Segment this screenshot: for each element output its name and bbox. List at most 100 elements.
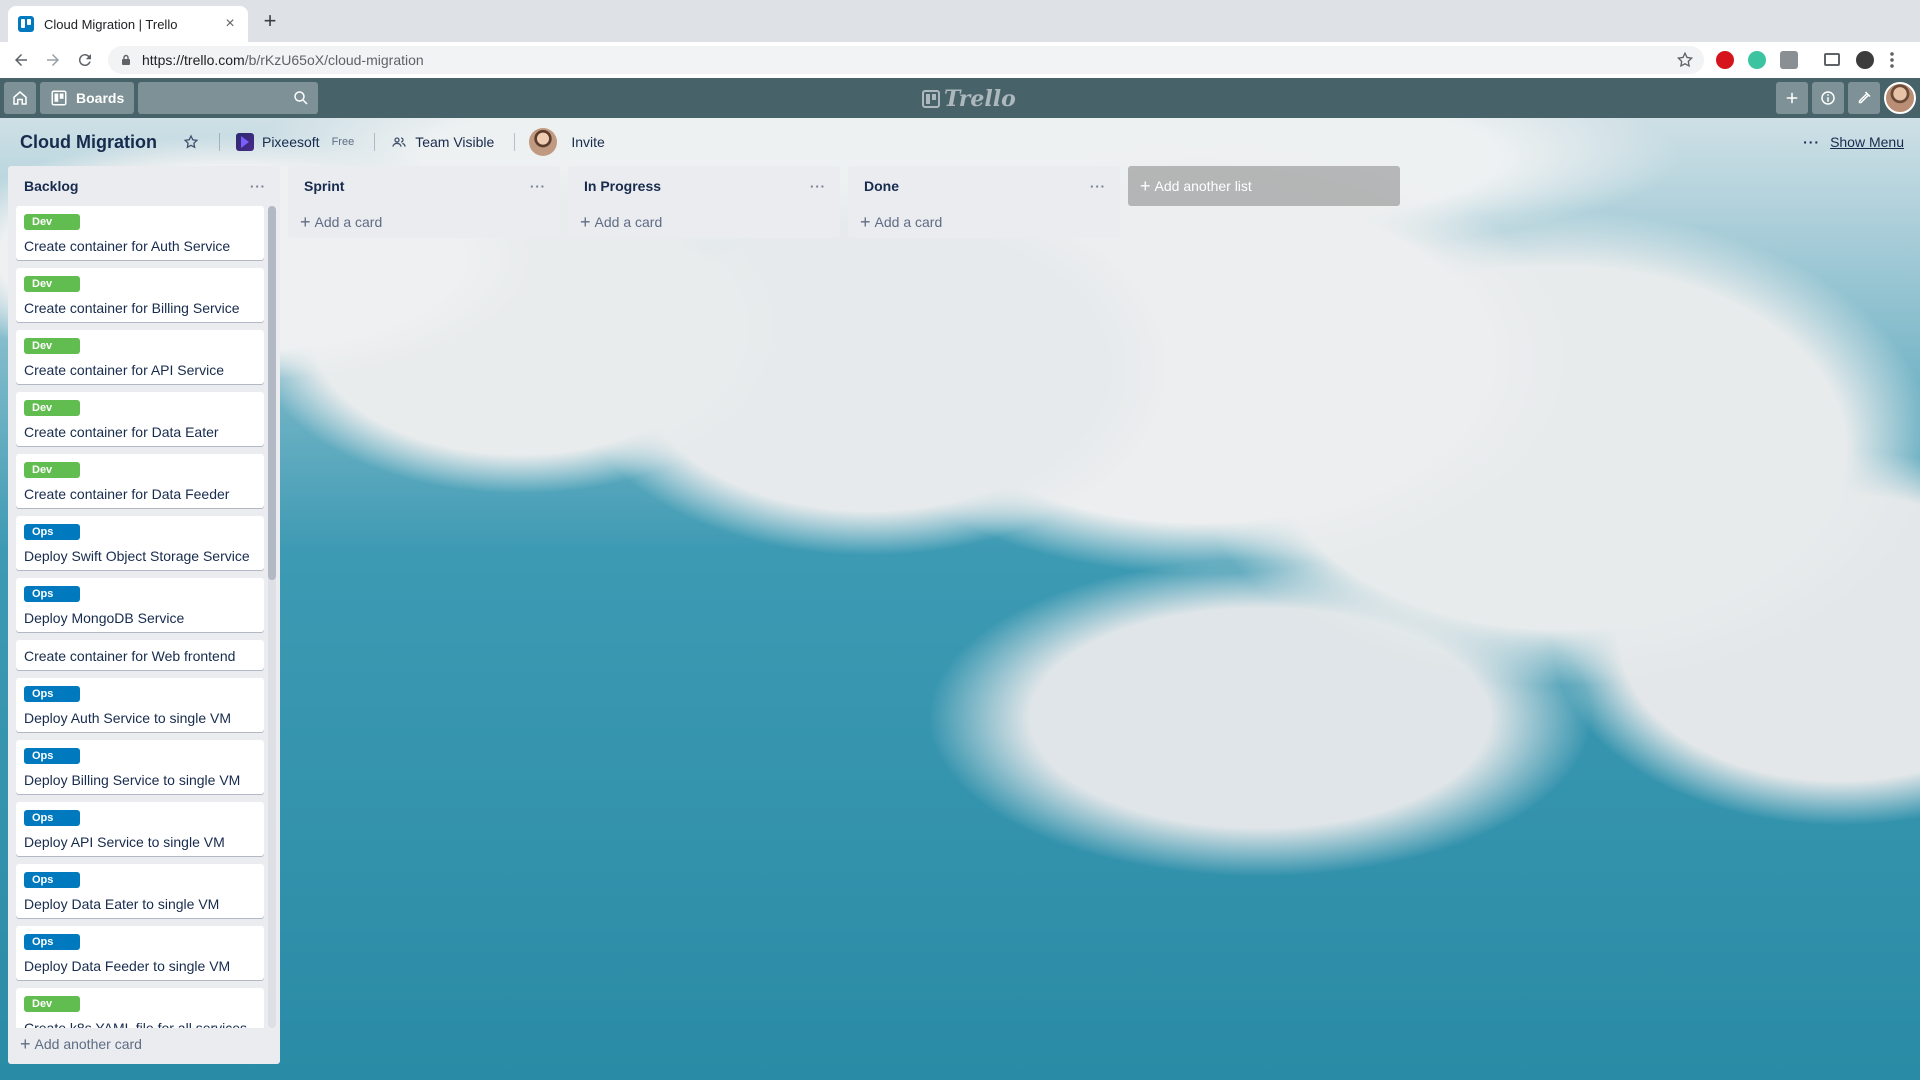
scrollbar-thumb[interactable] <box>268 206 276 580</box>
card[interactable]: Ops Deploy Billing Service to single VM <box>16 740 264 794</box>
board-canvas: Cloud Migration Pixeesoft Free Team Visi… <box>0 118 1920 1080</box>
search-input[interactable] <box>138 82 319 114</box>
member-avatar[interactable] <box>529 128 558 156</box>
add-card-label: Add another card <box>34 1036 142 1052</box>
add-card-button[interactable]: + Add a card <box>568 206 840 238</box>
cast-icon[interactable] <box>1824 53 1840 66</box>
card-label-ops: Ops <box>24 524 80 540</box>
visibility-button[interactable]: Team Visible <box>383 126 502 158</box>
add-another-card-button[interactable]: + Add another card <box>8 1028 280 1060</box>
card[interactable]: Dev Create container for Data Feeder <box>16 454 264 508</box>
plus-icon: + <box>1140 176 1151 196</box>
trello-logo[interactable]: Trello <box>922 86 1016 112</box>
card-title: Create container for API Service <box>24 362 224 378</box>
card[interactable]: Create container for Web frontend <box>16 640 264 670</box>
star-board-button[interactable] <box>175 126 207 158</box>
list-title[interactable]: Sprint <box>304 178 526 194</box>
list-menu-icon[interactable]: ··· <box>806 174 830 198</box>
card[interactable]: Ops Deploy API Service to single VM <box>16 802 264 856</box>
show-menu-button[interactable]: ··· Show Menu <box>1803 126 1904 158</box>
drive-extension-icon[interactable] <box>1780 51 1798 69</box>
notifications-button[interactable] <box>1848 82 1880 114</box>
profile-avatar-icon[interactable] <box>1856 51 1874 69</box>
card-label-ops: Ops <box>24 586 80 602</box>
card-title: Create container for Data Eater <box>24 424 219 440</box>
info-button[interactable] <box>1812 82 1844 114</box>
list-title[interactable]: Done <box>864 178 1086 194</box>
card[interactable]: Dev Create container for API Service <box>16 330 264 384</box>
plus-icon: + <box>300 212 311 232</box>
adblock-extension-icon[interactable] <box>1716 51 1734 69</box>
bookmark-star-icon[interactable] <box>1676 51 1694 69</box>
search-icon <box>294 91 308 105</box>
divider <box>374 133 376 151</box>
new-tab-button[interactable]: + <box>258 10 282 34</box>
card-label-ops: Ops <box>24 748 80 764</box>
user-avatar[interactable] <box>1884 82 1916 114</box>
scrollbar[interactable] <box>268 206 276 1028</box>
list-sprint[interactable]: Sprint ··· + Add a card <box>288 166 560 238</box>
list-in-progress[interactable]: In Progress ··· + Add a card <box>568 166 840 238</box>
card[interactable]: Ops Deploy Data Feeder to single VM <box>16 926 264 980</box>
add-card-label: Add a card <box>594 214 663 230</box>
card[interactable]: Ops Deploy MongoDB Service <box>16 578 264 632</box>
create-button[interactable] <box>1776 82 1808 114</box>
team-visibility-icon <box>392 137 406 147</box>
header-right-actions <box>1776 82 1916 114</box>
card[interactable]: Ops Deploy Data Eater to single VM <box>16 864 264 918</box>
lock-icon <box>122 54 130 65</box>
board-header: Cloud Migration Pixeesoft Free Team Visi… <box>0 118 1920 166</box>
info-icon <box>1821 91 1835 105</box>
card-label-dev: Dev <box>24 338 80 354</box>
card-label-dev: Dev <box>24 214 80 230</box>
browser-tab[interactable]: Cloud Migration | Trello × <box>8 6 248 42</box>
list-title[interactable]: Backlog <box>24 178 246 194</box>
card[interactable]: Dev Create container for Data Eater <box>16 392 264 446</box>
card[interactable]: Dev Create k8s YAML file for all services <box>16 988 264 1028</box>
back-arrow-icon[interactable] <box>10 49 32 71</box>
grammar-extension-icon[interactable] <box>1748 51 1766 69</box>
card-title: Create container for Web frontend <box>24 648 236 664</box>
more-dots-icon: ··· <box>1803 134 1821 150</box>
add-card-button[interactable]: + Add a card <box>848 206 1120 238</box>
team-button[interactable]: Pixeesoft Free <box>228 126 362 158</box>
card-title: Deploy API Service to single VM <box>24 834 225 850</box>
list-done[interactable]: Done ··· + Add a card <box>848 166 1120 238</box>
card-list: Dev Create container for Auth Service Dev C… <box>8 206 280 1028</box>
reload-icon[interactable] <box>74 49 96 71</box>
invite-label: Invite <box>571 134 605 150</box>
list-menu-icon[interactable]: ··· <box>1086 174 1110 198</box>
card-label-dev: Dev <box>24 400 80 416</box>
card[interactable]: Ops Deploy Auth Service to single VM <box>16 678 264 732</box>
list-backlog[interactable]: Backlog ··· Dev Create container for Auth… <box>8 166 280 1064</box>
visibility-label: Team Visible <box>415 134 495 150</box>
card[interactable]: Dev Create container for Auth Service <box>16 206 264 260</box>
card-label-dev: Dev <box>24 462 80 478</box>
card[interactable]: Dev Create container for Billing Service <box>16 268 264 322</box>
card-title: Deploy Billing Service to single VM <box>24 772 241 788</box>
address-bar[interactable]: https://trello.com/b/rKzU65oX/cloud-migr… <box>108 46 1704 74</box>
home-button[interactable] <box>4 82 36 114</box>
url-path: /b/rKzU65oX/cloud-migration <box>244 52 424 68</box>
plus-icon: + <box>580 212 591 232</box>
add-card-button[interactable]: + Add a card <box>288 206 560 238</box>
add-card-label: Add a card <box>314 214 383 230</box>
list-title[interactable]: In Progress <box>584 178 806 194</box>
card-title: Create container for Billing Service <box>24 300 240 316</box>
list-header: In Progress ··· <box>568 166 840 206</box>
add-card-label: Add a card <box>874 214 943 230</box>
list-menu-icon[interactable]: ··· <box>246 174 270 198</box>
card-title: Create container for Data Feeder <box>24 486 230 502</box>
add-another-list-button[interactable]: + Add another list <box>1128 166 1400 206</box>
trello-header: Boards Trello <box>0 78 1920 118</box>
invite-button[interactable]: Invite <box>571 126 604 158</box>
list-menu-icon[interactable]: ··· <box>526 174 550 198</box>
card[interactable]: Ops Deploy Swift Object Storage Service <box>16 516 264 570</box>
boards-button[interactable]: Boards <box>40 82 135 114</box>
card-label-dev: Dev <box>24 276 80 292</box>
browser-toolbar: https://trello.com/b/rKzU65oX/cloud-migr… <box>0 42 1920 78</box>
board-title[interactable]: Cloud Migration <box>20 132 157 153</box>
forward-arrow-icon[interactable] <box>42 49 64 71</box>
browser-menu-icon[interactable] <box>1890 52 1894 68</box>
tab-close-icon[interactable]: × <box>222 15 238 33</box>
